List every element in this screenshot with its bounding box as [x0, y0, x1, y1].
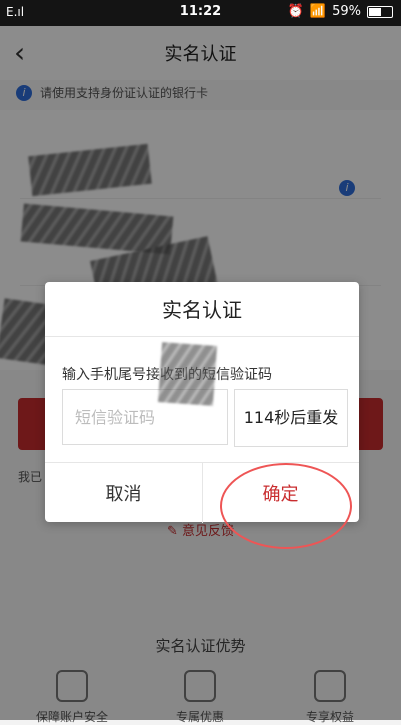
- modal-divider: [45, 336, 359, 337]
- resend-countdown-button[interactable]: 114秒后重发: [234, 389, 348, 447]
- status-right: ⏰ 📶 59%: [288, 4, 393, 19]
- modal-title: 实名认证: [162, 298, 242, 322]
- redaction-scribble: [157, 342, 218, 406]
- alarm-icon: ⏰: [287, 4, 304, 19]
- status-bar: E.ıl 11:22 ⏰ 📶 59%: [0, 0, 401, 26]
- wifi-icon: 📶: [309, 4, 327, 19]
- annotation-circle: [220, 463, 352, 549]
- battery-percentage: 59%: [332, 4, 361, 19]
- cancel-button[interactable]: 取消: [45, 463, 202, 523]
- battery-icon: [367, 5, 393, 18]
